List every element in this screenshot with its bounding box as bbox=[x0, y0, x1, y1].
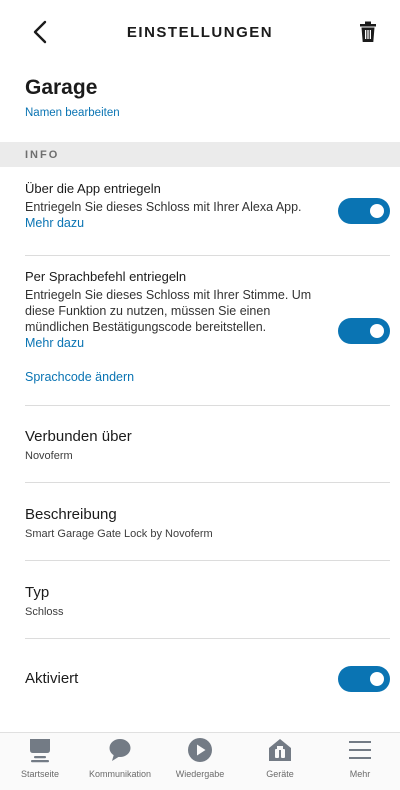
page-title: EINSTELLUNGEN bbox=[126, 23, 274, 41]
tab-label: Geräte bbox=[266, 769, 294, 779]
home-icon bbox=[26, 737, 54, 763]
type-title: Typ bbox=[25, 584, 50, 601]
description-value: Smart Garage Gate Lock by Novoferm bbox=[25, 528, 213, 540]
app-unlock-title: Über die App entriegeln bbox=[25, 181, 161, 196]
tab-label: Kommunikation bbox=[88, 769, 152, 779]
device-name: Garage bbox=[25, 76, 98, 99]
type-value: Schloss bbox=[25, 606, 64, 618]
tab-label: Mehr bbox=[349, 769, 371, 779]
voice-unlock-description: Entriegeln Sie dieses Schloss mit Ihrer … bbox=[25, 288, 312, 334]
devices-house-icon bbox=[266, 737, 294, 763]
bottom-navigation: Startseite Kommunikation Wiedergabe Gerä… bbox=[0, 732, 400, 790]
voice-unlock-toggle[interactable] bbox=[338, 318, 390, 344]
tab-devices[interactable]: Geräte bbox=[240, 733, 320, 790]
tab-home[interactable]: Startseite bbox=[0, 733, 80, 790]
connected-via-title: Verbunden über bbox=[25, 428, 132, 445]
chat-bubble-icon bbox=[106, 737, 134, 763]
connected-via-info: Verbunden über Novoferm bbox=[25, 428, 390, 462]
section-label: INFO bbox=[25, 148, 60, 161]
change-voice-code-link[interactable]: Sprachcode ändern bbox=[25, 369, 390, 385]
menu-icon bbox=[346, 737, 374, 763]
tab-communication[interactable]: Kommunikation bbox=[80, 733, 160, 790]
app-unlock-toggle[interactable] bbox=[338, 198, 390, 224]
back-button[interactable] bbox=[22, 14, 58, 50]
divider bbox=[25, 638, 390, 639]
tab-label: Startseite bbox=[20, 769, 60, 779]
activated-title: Aktiviert bbox=[25, 670, 79, 687]
voice-unlock-more-link[interactable]: Mehr dazu bbox=[25, 335, 390, 351]
divider bbox=[25, 405, 390, 406]
divider bbox=[25, 482, 390, 483]
app-unlock-setting: Über die App entriegeln Entriegeln Sie d… bbox=[25, 181, 390, 231]
activated-setting: Aktiviert bbox=[25, 670, 390, 687]
top-bar: EINSTELLUNGEN bbox=[0, 0, 400, 64]
tab-play[interactable]: Wiedergabe bbox=[160, 733, 240, 790]
description-info: Beschreibung Smart Garage Gate Lock by N… bbox=[25, 506, 390, 540]
section-header: INFO bbox=[0, 142, 400, 167]
delete-button[interactable] bbox=[350, 14, 386, 50]
divider bbox=[25, 255, 390, 256]
tab-more[interactable]: Mehr bbox=[320, 733, 400, 790]
type-info: Typ Schloss bbox=[25, 584, 390, 618]
app-unlock-more-link[interactable]: Mehr dazu bbox=[25, 215, 390, 231]
voice-unlock-title: Per Sprachbefehl entriegeln bbox=[25, 269, 187, 284]
trash-icon bbox=[360, 21, 376, 42]
voice-unlock-setting: Per Sprachbefehl entriegeln Entriegeln S… bbox=[25, 269, 390, 385]
chevron-left-icon bbox=[33, 20, 47, 44]
tab-label: Wiedergabe bbox=[175, 769, 225, 779]
play-icon bbox=[186, 737, 214, 763]
description-title: Beschreibung bbox=[25, 506, 117, 523]
connected-via-value: Novoferm bbox=[25, 450, 73, 462]
divider bbox=[25, 560, 390, 561]
app-unlock-description: Entriegeln Sie dieses Schloss mit Ihrer … bbox=[25, 200, 302, 214]
activated-toggle[interactable] bbox=[338, 666, 390, 692]
rename-link[interactable]: Namen bearbeiten bbox=[25, 107, 120, 119]
